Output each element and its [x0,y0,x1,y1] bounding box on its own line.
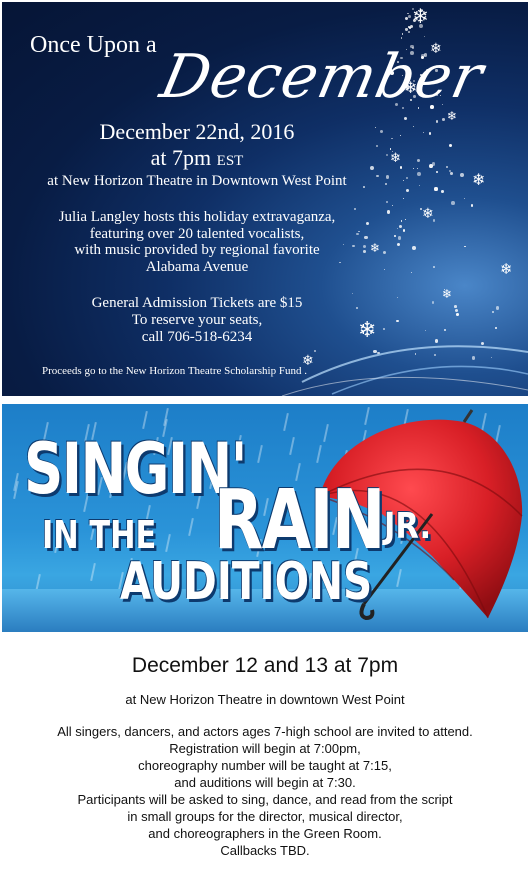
banner-word-auditions: AUDITIONS [120,552,373,612]
poster-proceeds-note: Proceeds go to the New Horizon Theatre S… [42,365,307,377]
poster-description-line: Alabama Avenue [145,259,249,275]
poster-description-line: Julia Langley hosts this holiday extrava… [58,209,336,225]
poster-title-line2: December [154,42,490,112]
auditions-banner: SINGIN' IN THE RAIN JR. AUDITIONS [2,404,528,632]
poster-tickets-line: General Admission Tickets are $15 [91,295,303,311]
poster-description-line: featuring over 20 talented vocalists, [89,226,305,242]
poster-description-line: with music provided by regional favorite [74,242,320,258]
poster-title-line1: Once Upon a [30,32,157,58]
banner-word-rain: RAIN [214,473,385,568]
auditions-detail-line: choreography number will be taught at 7:… [138,758,392,773]
auditions-date: December 12 and 13 at 7pm [131,654,399,677]
poster-tickets-line: To reserve your seats, [131,312,263,328]
auditions-detail-line: and choreographers in the Green Room. [148,826,382,841]
auditions-detail-line: Registration will begin at 7:00pm, [169,741,361,756]
poster-tickets-line: call 706-518-6234 [141,329,253,345]
auditions-venue: at New Horizon Theatre in downtown West … [125,692,405,707]
poster-time-value: at 7pm [150,145,212,170]
poster-time: at 7pm EST [2,145,392,171]
holiday-event-poster: ❄ ❄ ❄ ❄ ❄ ❄ ❄ ❄ ❄ ❄ ❄ ❄ Once Upon a December Decemb… [2,2,528,396]
auditions-detail-line: in small groups for the director, musica… [127,809,403,824]
poster-time-zone: EST [216,153,244,169]
auditions-detail-line: Participants will be asked to sing, danc… [77,792,453,807]
poster-venue: at New Horizon Theatre in Downtown West … [47,173,347,189]
banner-word-singin: SINGIN' [24,428,248,510]
poster-date: December 22nd, 2016 [99,119,295,144]
auditions-detail-line: All singers, dancers, and actors ages 7-… [57,724,473,739]
banner-word-in-the: IN THE [42,513,157,557]
banner-word-jr: JR. [384,506,432,547]
auditions-detail-line: Callbacks TBD. [220,843,310,858]
auditions-detail-line: and auditions will begin at 7:30. [174,775,356,790]
